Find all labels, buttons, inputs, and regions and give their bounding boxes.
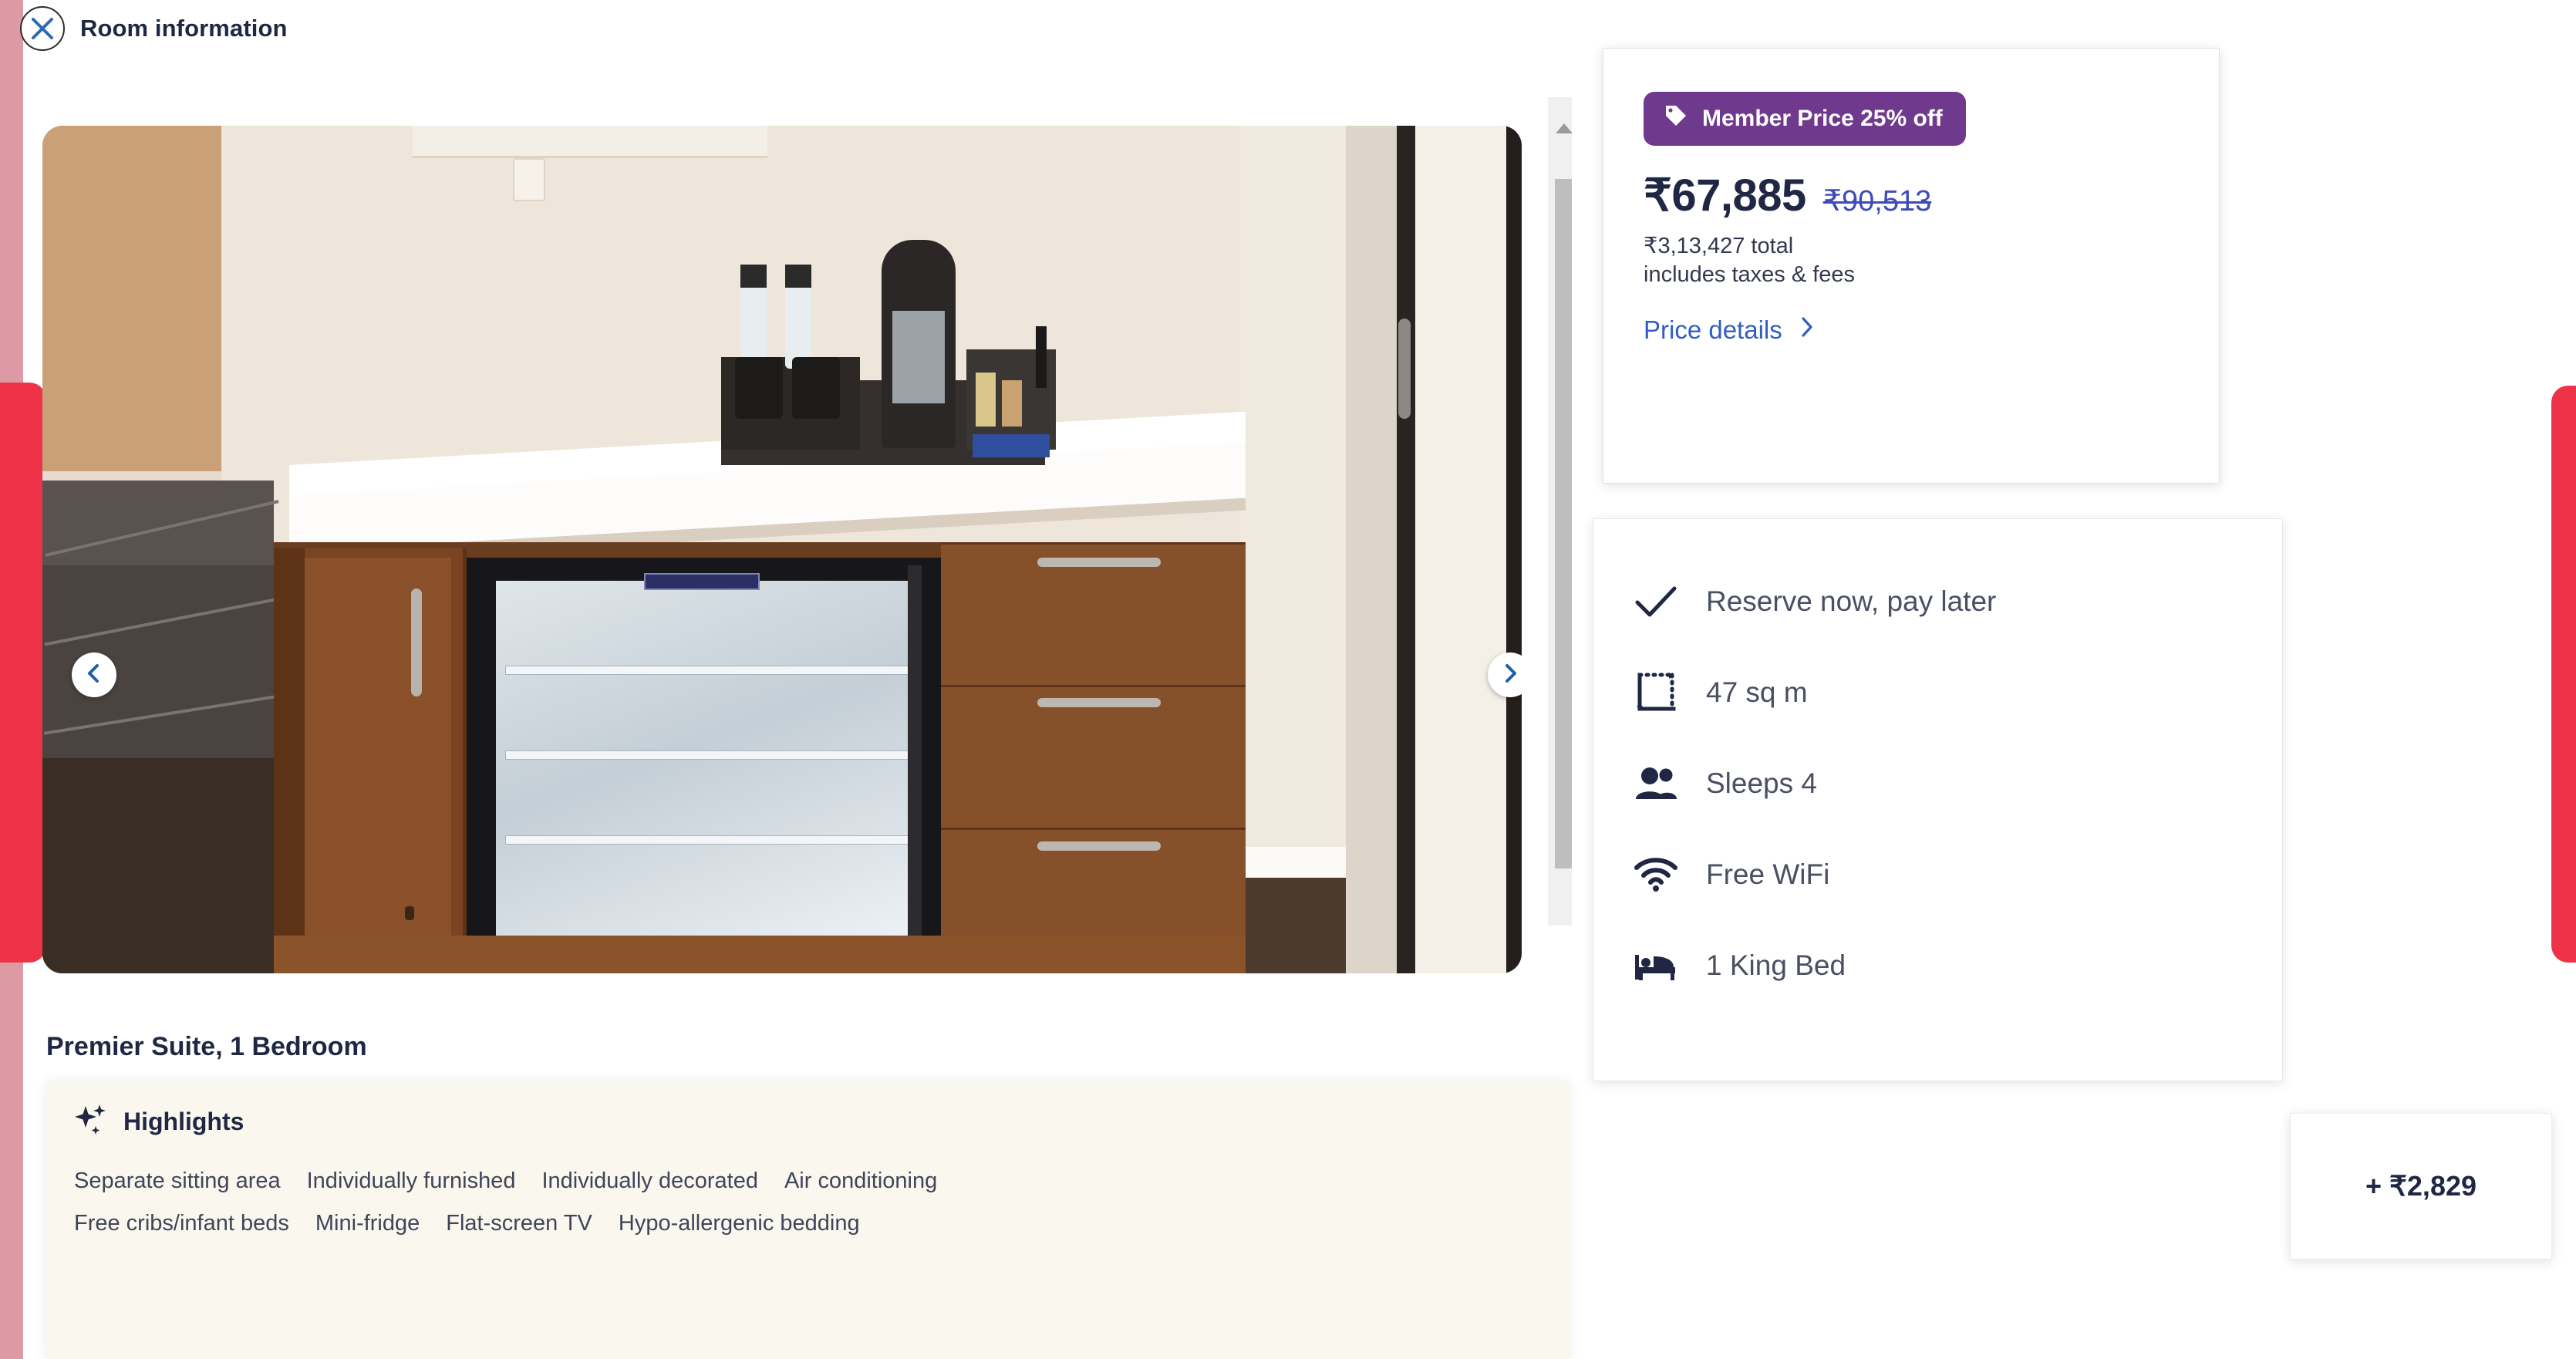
highlight-chip: Free cribs/infant beds xyxy=(74,1211,289,1236)
amenity-wifi: Free WiFi xyxy=(1634,829,2282,920)
close-icon xyxy=(29,15,56,42)
room-photo-carousel[interactable] xyxy=(42,126,1522,973)
chevron-right-icon xyxy=(1500,663,1520,687)
area-icon xyxy=(1634,672,1678,713)
amenity-label: 1 King Bed xyxy=(1706,949,1846,981)
taxes-note: includes taxes & fees xyxy=(1644,262,1856,287)
room-name: Premier Suite, 1 Bedroom xyxy=(46,1032,367,1061)
highlight-chip: Air conditioning xyxy=(784,1168,938,1193)
member-price-badge: Member Price 25% off xyxy=(1644,92,1966,146)
highlight-chip: Mini-fridge xyxy=(315,1211,420,1236)
bottom-filler xyxy=(1570,1081,2287,1359)
scrollbar-up-arrow-icon[interactable] xyxy=(1556,123,1573,133)
close-button[interactable] xyxy=(20,6,65,51)
highlight-chip: Individually furnished xyxy=(306,1168,516,1193)
bed-icon xyxy=(1634,950,1678,981)
amenity-label: Free WiFi xyxy=(1706,858,1830,890)
highlights-list: Separate sitting area Individually furni… xyxy=(74,1168,1542,1236)
total-price: ₹3,13,427 total xyxy=(1644,234,1794,258)
wifi-icon xyxy=(1634,858,1678,892)
tag-icon xyxy=(1664,103,1688,134)
price-card: Member Price 25% off ₹67,885 ₹90,513 ₹3,… xyxy=(1603,48,2220,484)
sparkle-icon xyxy=(74,1103,108,1141)
amenity-reserve-now-pay-later: Reserve now, pay later xyxy=(1634,556,2282,647)
modal-header: Room information xyxy=(20,6,288,51)
page-title: Room information xyxy=(80,15,288,42)
amenity-sleeps: Sleeps 4 xyxy=(1634,738,2282,829)
current-price: ₹67,885 xyxy=(1644,170,1806,221)
amenity-room-size: 47 sq m xyxy=(1634,647,2282,738)
amenity-label: Reserve now, pay later xyxy=(1706,585,1997,617)
amenity-label: Sleeps 4 xyxy=(1706,767,1817,799)
member-price-badge-label: Member Price 25% off xyxy=(1702,106,1943,131)
red-accent-bar-right xyxy=(2551,386,2576,963)
highlight-chip: Hypo-allergenic bedding xyxy=(618,1211,860,1236)
price-details-label: Price details xyxy=(1644,315,1782,344)
price-details-link[interactable]: Price details xyxy=(1644,315,1815,345)
amenities-card: Reserve now, pay later 47 sq m Sleeps 4 … xyxy=(1593,518,2283,1081)
carousel-prev-button[interactable] xyxy=(72,653,116,697)
red-accent-bar-left xyxy=(0,383,46,963)
highlight-chip: Separate sitting area xyxy=(74,1168,281,1193)
highlights-title: Highlights xyxy=(123,1108,244,1135)
check-icon xyxy=(1634,584,1678,619)
highlights-panel: Highlights Separate sitting area Individ… xyxy=(46,1081,1570,1359)
chevron-right-icon xyxy=(1799,315,1815,345)
price-row: ₹67,885 ₹90,513 xyxy=(1644,169,2219,221)
amenity-label: 47 sq m xyxy=(1706,676,1808,708)
highlights-header: Highlights xyxy=(74,1103,1542,1141)
addon-price-card: + ₹2,829 xyxy=(2290,1113,2552,1260)
chevron-left-icon xyxy=(84,663,104,687)
room-photo xyxy=(42,126,1522,973)
highlight-chip: Flat-screen TV xyxy=(446,1211,592,1236)
people-icon xyxy=(1634,766,1678,801)
room-information-modal: Room information Premier Suite, 1 Bedroo… xyxy=(0,0,2576,1359)
original-price: ₹90,513 xyxy=(1822,185,1932,218)
vertical-scrollbar-thumb[interactable] xyxy=(1555,179,1572,868)
highlights-row: Separate sitting area Individually furni… xyxy=(74,1168,1542,1194)
amenity-bed: 1 King Bed xyxy=(1634,920,2282,1011)
highlight-chip: Individually decorated xyxy=(541,1168,758,1193)
highlights-row: Free cribs/infant beds Mini-fridge Flat-… xyxy=(74,1211,1542,1236)
addon-price: + ₹2,829 xyxy=(2365,1170,2477,1202)
